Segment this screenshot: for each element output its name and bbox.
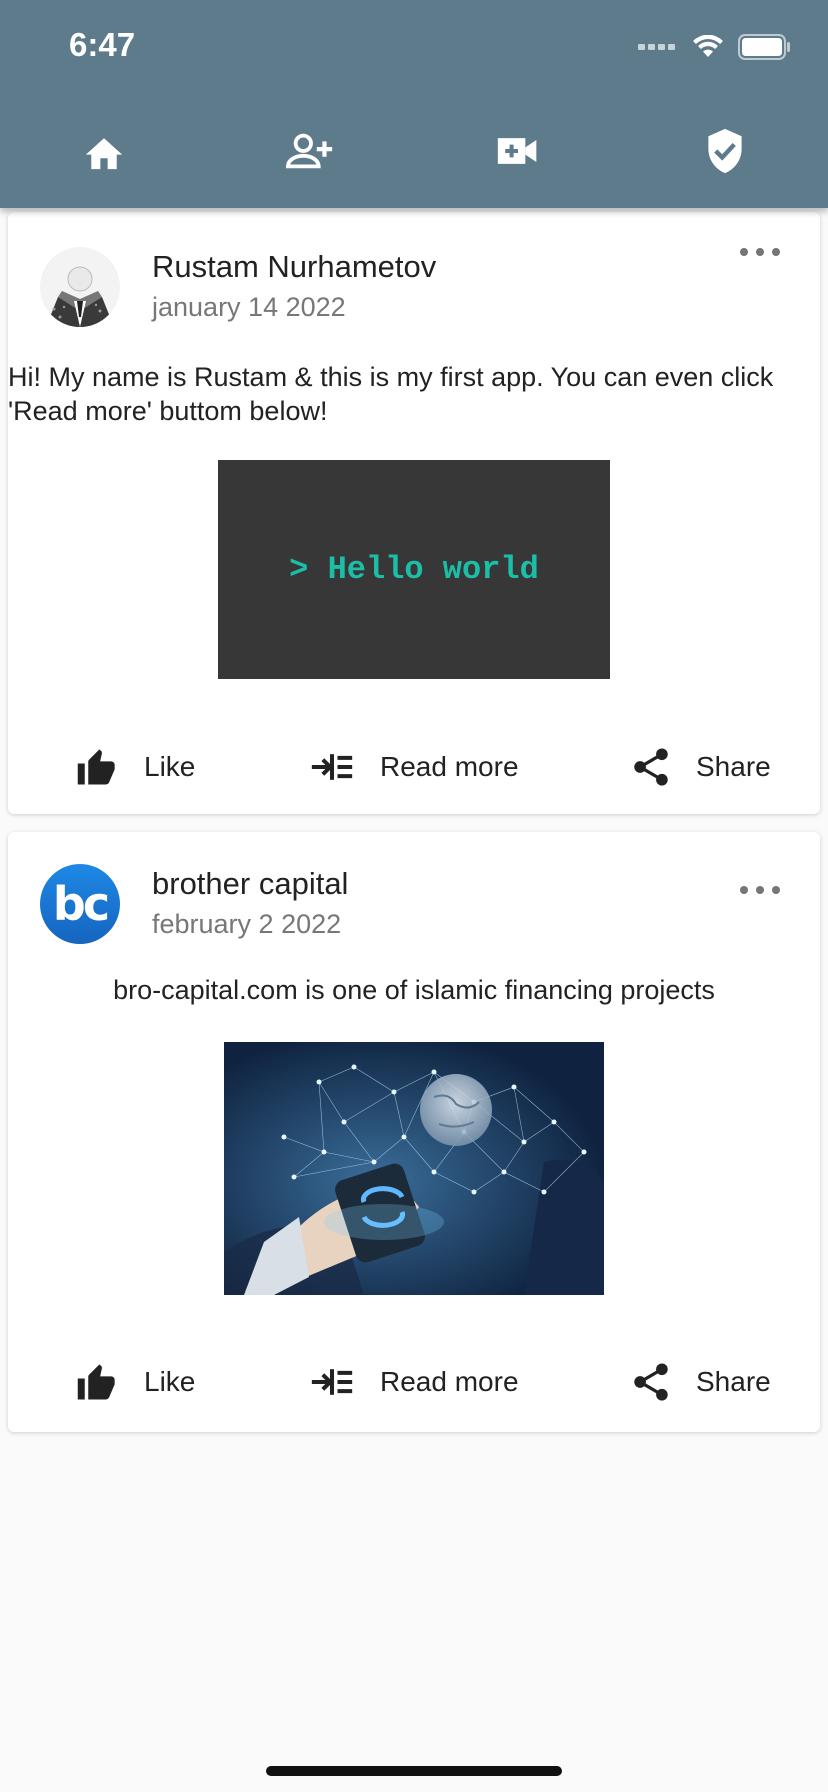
- thumb-up-icon: [77, 749, 115, 785]
- tab-home[interactable]: [59, 118, 149, 184]
- share-icon: [634, 1363, 668, 1401]
- share-button[interactable]: Share: [632, 737, 771, 797]
- share-label: Share: [696, 1366, 771, 1397]
- tab-security[interactable]: [680, 118, 770, 184]
- post-image: > Hello world: [218, 460, 610, 679]
- status-time: 6:47: [69, 26, 136, 63]
- share-button[interactable]: Share: [632, 1352, 771, 1412]
- like-button[interactable]: Like: [76, 737, 195, 797]
- avatar[interactable]: [40, 247, 120, 327]
- read-more-button[interactable]: Read more: [310, 1352, 519, 1412]
- post-author[interactable]: Rustam Nurhametov: [152, 249, 436, 285]
- post-date: february 2 2022: [152, 909, 342, 939]
- battery-icon: [738, 34, 790, 60]
- status-icons: [638, 34, 792, 60]
- read-more-label: Read more: [380, 751, 519, 782]
- like-label: Like: [144, 1366, 196, 1397]
- share-label: Share: [696, 751, 771, 782]
- home-indicator[interactable]: [266, 1766, 562, 1776]
- post-card: Rustam Nurhametov january 14 2022 Hi! My…: [8, 212, 820, 814]
- read-more-label: Read more: [380, 1366, 519, 1397]
- post-image: [224, 1042, 604, 1295]
- like-label: Like: [144, 751, 196, 782]
- cellular-signal-icon: [638, 44, 675, 50]
- more-options-icon[interactable]: [740, 242, 780, 262]
- wifi-icon: [693, 35, 723, 57]
- avatar[interactable]: bc: [40, 864, 120, 944]
- more-options-icon[interactable]: [740, 880, 780, 900]
- read-more-icon: [311, 754, 353, 780]
- shield-check-icon: [707, 128, 742, 174]
- tab-bar: [0, 118, 828, 184]
- post-actions: Like Read more Share: [8, 1352, 820, 1412]
- post-card: bc brother capital february 2 2022 bro-c…: [8, 832, 820, 1432]
- video-camera-icon: [497, 138, 536, 164]
- tab-add-friend[interactable]: [266, 118, 356, 184]
- network-globe-image: [224, 1042, 604, 1295]
- share-icon: [634, 748, 668, 786]
- post-actions: Like Read more Share: [8, 737, 820, 797]
- read-more-button[interactable]: Read more: [310, 737, 519, 797]
- person-add-icon: [285, 133, 332, 169]
- tab-video[interactable]: [473, 118, 563, 184]
- post-author[interactable]: brother capital: [152, 866, 348, 902]
- avatar-initials: bc: [52, 877, 110, 931]
- avatar-suit-icon: [40, 247, 120, 327]
- home-icon: [85, 138, 122, 170]
- like-button[interactable]: Like: [76, 1352, 195, 1412]
- post-date: january 14 2022: [152, 292, 346, 322]
- terminal-text: > Hello world: [289, 551, 539, 588]
- post-text: Hi! My name is Rustam & this is my first…: [8, 362, 774, 426]
- post-text: bro-capital.com is one of islamic financ…: [113, 975, 715, 1005]
- read-more-icon: [311, 1369, 353, 1395]
- app-bar: 6:47: [0, 0, 828, 208]
- thumb-up-icon: [77, 1364, 115, 1400]
